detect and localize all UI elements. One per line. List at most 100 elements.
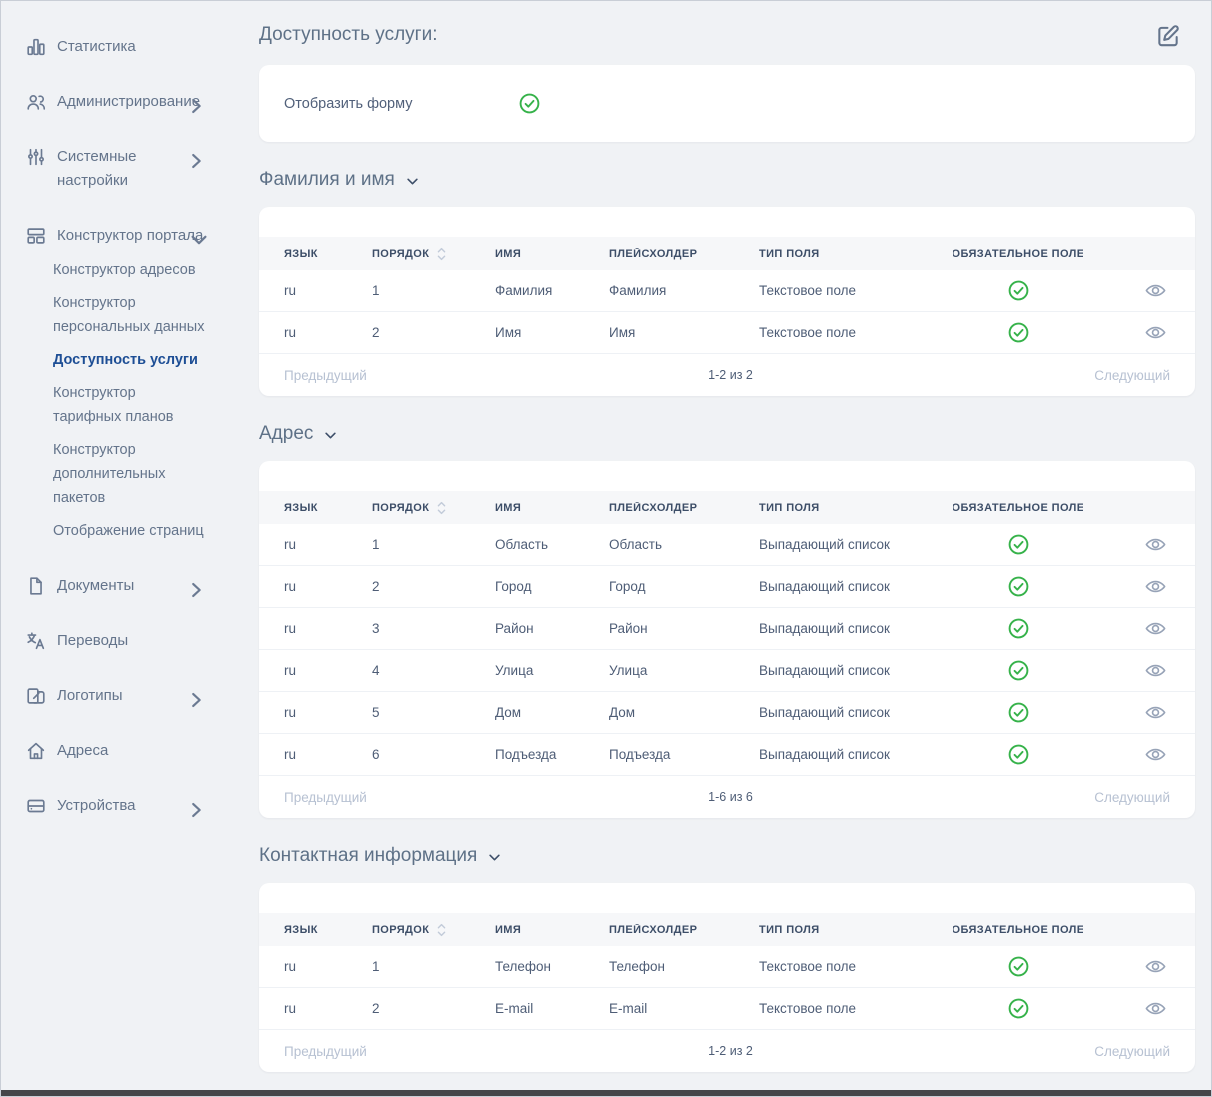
cell-lang: ru <box>259 537 372 552</box>
sidebar-sub-list: Конструктор адресов Конструктор персональ… <box>25 258 251 543</box>
sidebar-item-7[interactable]: Адреса <box>25 739 251 763</box>
column-header-label: ТИП ПОЛЯ <box>759 248 820 260</box>
home-icon <box>25 740 47 762</box>
edit-icon[interactable] <box>1155 23 1181 49</box>
chevron-right-icon <box>185 799 207 821</box>
cell-actions <box>1083 617 1195 640</box>
eye-icon[interactable] <box>1144 279 1167 302</box>
check-circle-icon <box>518 92 541 115</box>
sidebar-item-1[interactable]: Администрирование <box>25 90 251 114</box>
sidebar-nav: Статистика Администрирование Системные нас… <box>25 35 251 818</box>
column-header-type: ТИП ПОЛЯ <box>759 248 953 260</box>
section-title[interactable]: Контактная информация <box>259 842 502 869</box>
pagination-prev[interactable]: Предыдущий <box>284 790 367 805</box>
cell-actions <box>1083 575 1195 598</box>
cell-placeholder: Дом <box>609 705 759 720</box>
table-header-row: ЯЗЫКПОРЯДОКИМЯПЛЕЙСХОЛДЕРТИП ПОЛЯОБЯЗАТЕ… <box>259 913 1195 946</box>
chevron-down-icon <box>405 174 420 189</box>
eye-icon[interactable] <box>1144 701 1167 724</box>
window-bottom-edge <box>1 1090 1211 1096</box>
column-header-placeholder: ПЛЕЙСХОЛДЕР <box>609 248 759 260</box>
section-table-card: ЯЗЫКПОРЯДОКИМЯПЛЕЙСХОЛДЕРТИП ПОЛЯОБЯЗАТЕ… <box>259 461 1195 818</box>
sort-icon[interactable] <box>436 922 447 938</box>
section-table-card: ЯЗЫКПОРЯДОКИМЯПЛЕЙСХОЛДЕРТИП ПОЛЯОБЯЗАТЕ… <box>259 207 1195 396</box>
pagination-prev[interactable]: Предыдущий <box>284 1044 367 1059</box>
column-header-label: ЯЗЫК <box>284 248 318 260</box>
translate-icon <box>25 630 47 652</box>
logos-icon <box>25 685 47 707</box>
users-icon <box>25 91 47 113</box>
eye-icon[interactable] <box>1144 659 1167 682</box>
cell-order: 5 <box>372 705 495 720</box>
cell-type: Выпадающий список <box>759 747 953 762</box>
eye-icon[interactable] <box>1144 997 1167 1020</box>
check-circle-icon <box>1007 533 1030 556</box>
column-header-label: ПЛЕЙСХОЛДЕР <box>609 924 697 936</box>
column-header-required: ОБЯЗАТЕЛЬНОЕ ПОЛЕ <box>953 502 1083 514</box>
cell-order: 2 <box>372 579 495 594</box>
column-header-placeholder: ПЛЕЙСХОЛДЕР <box>609 502 759 514</box>
column-header-order: ПОРЯДОК <box>372 922 495 938</box>
sidebar-item-5[interactable]: Переводы <box>25 629 251 653</box>
cell-name: Телефон <box>495 959 609 974</box>
eye-icon[interactable] <box>1144 743 1167 766</box>
section-title[interactable]: Фамилия и имя <box>259 166 420 193</box>
sidebar-subitem-4[interactable]: Конструктор дополнительных пакетов <box>53 438 205 510</box>
pagination-prev[interactable]: Предыдущий <box>284 368 367 383</box>
sidebar-item-3[interactable]: Конструктор портала <box>25 224 251 248</box>
pagination-next[interactable]: Следующий <box>1094 368 1170 383</box>
sidebar-subitem-5[interactable]: Отображение страниц <box>53 519 205 543</box>
eye-icon[interactable] <box>1144 617 1167 640</box>
cell-name: Подъезда <box>495 747 609 762</box>
column-header-label: ЯЗЫК <box>284 924 318 936</box>
eye-icon[interactable] <box>1144 955 1167 978</box>
main-content: Доступность услуги: Отобразить форму Фам… <box>251 1 1211 1072</box>
eye-icon[interactable] <box>1144 575 1167 598</box>
check-circle-icon <box>1007 659 1030 682</box>
cell-placeholder: Фамилия <box>609 283 759 298</box>
cell-type: Выпадающий список <box>759 663 953 678</box>
sidebar-item-2[interactable]: Системные настройки <box>25 145 251 193</box>
pagination: Предыдущий1-2 из 2Следующий <box>259 1030 1195 1072</box>
cell-actions <box>1083 279 1195 302</box>
sidebar-item-0[interactable]: Статистика <box>25 35 251 59</box>
cell-actions <box>1083 701 1195 724</box>
column-header-label: ПОРЯДОК <box>372 924 429 936</box>
cell-placeholder: Улица <box>609 663 759 678</box>
section-title[interactable]: Адрес <box>259 420 338 447</box>
sort-icon[interactable] <box>436 246 447 262</box>
pagination-next[interactable]: Следующий <box>1094 790 1170 805</box>
sidebar-item-4[interactable]: Документы <box>25 574 251 598</box>
sort-icon[interactable] <box>436 500 447 516</box>
table-row: ru4УлицаУлицаВыпадающий список <box>259 650 1195 692</box>
eye-icon[interactable] <box>1144 321 1167 344</box>
column-header-label: ИМЯ <box>495 924 521 936</box>
column-header-label: ИМЯ <box>495 502 521 514</box>
stats-icon <box>25 36 47 58</box>
sidebar-item-6[interactable]: Логотипы <box>25 684 251 708</box>
column-header-label: ТИП ПОЛЯ <box>759 502 820 514</box>
cell-placeholder: E-mail <box>609 1001 759 1016</box>
cell-type: Выпадающий список <box>759 621 953 636</box>
cell-required <box>953 279 1083 302</box>
pagination-next[interactable]: Следующий <box>1094 1044 1170 1059</box>
table-row: ru3РайонРайонВыпадающий список <box>259 608 1195 650</box>
check-circle-icon <box>1007 575 1030 598</box>
sidebar-subitem-3[interactable]: Конструктор тарифных планов <box>53 381 205 429</box>
sidebar-item-label: Переводы <box>57 629 207 653</box>
table-header-row: ЯЗЫКПОРЯДОКИМЯПЛЕЙСХОЛДЕРТИП ПОЛЯОБЯЗАТЕ… <box>259 491 1195 524</box>
sidebar-item-8[interactable]: Устройства <box>25 794 251 818</box>
pagination-range: 1-6 из 6 <box>708 790 753 804</box>
cell-type: Текстовое поле <box>759 283 953 298</box>
cell-name: Улица <box>495 663 609 678</box>
table-row: ru1ФамилияФамилияТекстовое поле <box>259 270 1195 312</box>
sidebar-subitem-2[interactable]: Доступность услуги <box>53 348 205 372</box>
sidebar-subitem-1[interactable]: Конструктор персональных данных <box>53 291 205 339</box>
cell-name: Имя <box>495 325 609 340</box>
column-header-label: ИМЯ <box>495 248 521 260</box>
cell-actions <box>1083 533 1195 556</box>
eye-icon[interactable] <box>1144 533 1167 556</box>
cell-lang: ru <box>259 1001 372 1016</box>
sidebar-subitem-0[interactable]: Конструктор адресов <box>53 258 205 282</box>
table-row: ru1ТелефонТелефонТекстовое поле <box>259 946 1195 988</box>
